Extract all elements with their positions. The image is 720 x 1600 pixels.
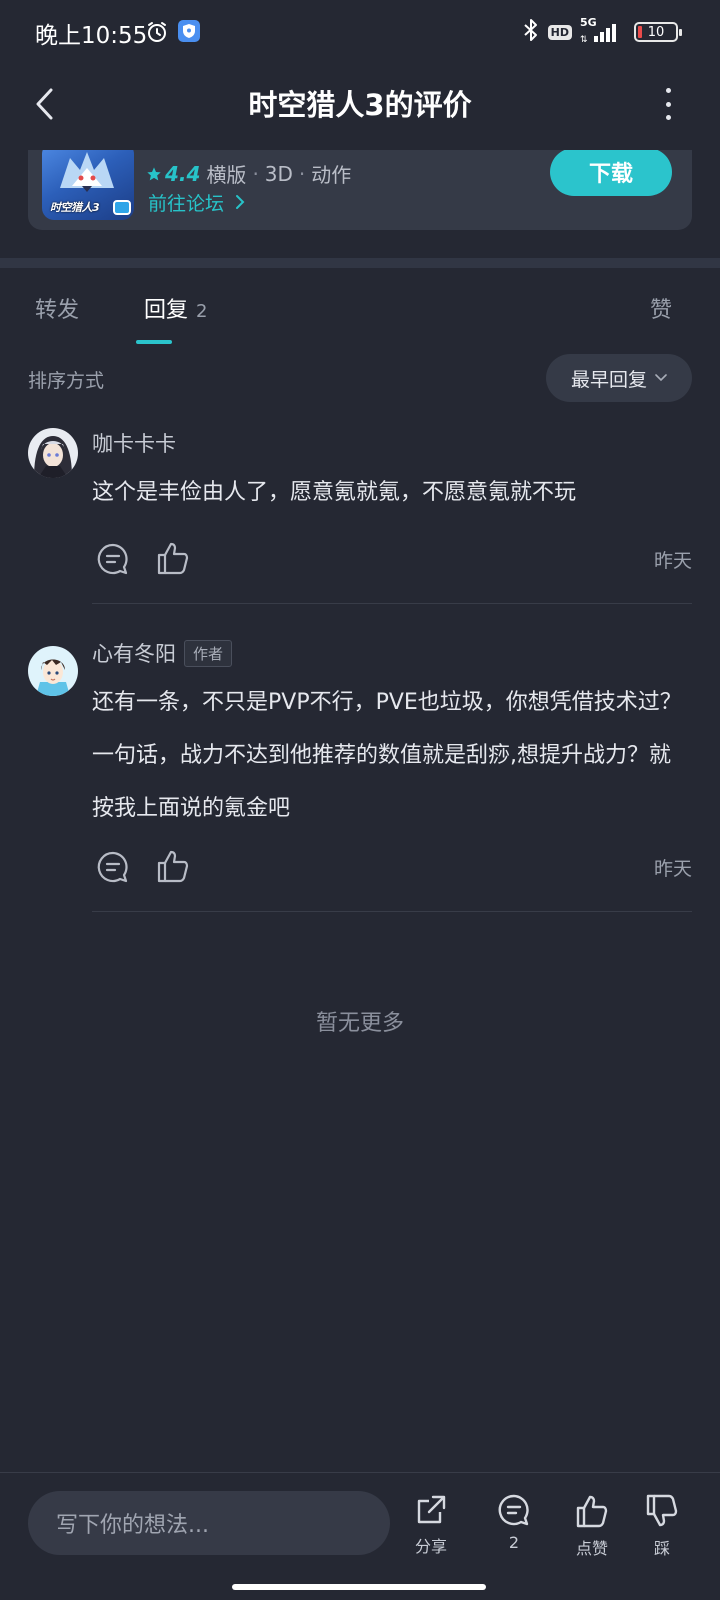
separator-dot: ·	[252, 161, 259, 186]
tab-like[interactable]: 赞	[650, 292, 672, 324]
battery-indicator: 10	[634, 22, 682, 42]
active-tab-indicator	[136, 340, 172, 344]
dot-icon	[665, 115, 671, 120]
sort-label: 排序方式	[28, 370, 105, 392]
chevron-down-icon	[655, 374, 667, 382]
bluetooth-icon	[522, 18, 540, 46]
comment-text: 这个是丰俭由人了，愿意氪就氪，不愿意氪就不玩	[92, 480, 577, 505]
comment-input-placeholder: 写下你的想法...	[56, 1513, 209, 1538]
star-icon	[147, 166, 161, 180]
download-button[interactable]: 下载	[550, 150, 672, 196]
comment-input[interactable]: 写下你的想法...	[28, 1491, 390, 1555]
chevron-right-icon	[236, 195, 245, 209]
battery-level: 10	[647, 24, 665, 40]
no-more-label: 暂无更多	[315, 1011, 404, 1036]
separator-dot: ·	[298, 161, 306, 186]
hd-badge: HD	[547, 24, 572, 40]
avatar[interactable]	[28, 428, 78, 478]
tab-reply[interactable]: 回复 2	[144, 292, 207, 324]
app-icon[interactable]: 时空猎人3	[42, 150, 134, 220]
signal-icon: 5G ⇅	[580, 16, 626, 44]
svg-text:⇅: ⇅	[580, 35, 588, 44]
comment-actions: 昨天	[92, 540, 692, 580]
status-time: 晚上10:55	[35, 23, 148, 49]
avatar[interactable]	[28, 646, 78, 696]
app-card[interactable]: 时空猎人3 4.4 横版 · 3D · 动作 前往论坛 下载	[28, 150, 692, 230]
username-text: 咖卡卡卡	[92, 432, 176, 456]
share-icon	[417, 1495, 446, 1524]
wolf-mascot-icon	[60, 152, 114, 192]
app-tag: 3D	[264, 161, 293, 186]
app-tag: 横版	[206, 163, 247, 187]
reply-icon[interactable]	[96, 542, 130, 580]
top-nav-bar: 时空猎人3的评价	[0, 66, 720, 150]
comment-count: 2	[508, 1533, 520, 1552]
author-badge: 作者	[184, 639, 233, 667]
alarm-icon	[145, 20, 169, 48]
comment-separator	[92, 911, 692, 912]
comment-date: 昨天	[653, 550, 692, 572]
comments-button[interactable]: 2	[484, 1493, 544, 1552]
bilibili-icon	[113, 200, 131, 215]
comment-actions: 昨天	[92, 848, 692, 888]
tab-reply-label: 回复	[144, 298, 189, 323]
status-bar: 晚上10:55 HD 5G ⇅ 10	[0, 0, 720, 66]
app-tag: 动作	[311, 163, 352, 187]
app-meta: 4.4 横版 · 3D · 动作	[146, 159, 351, 188]
more-options-button[interactable]	[658, 88, 678, 120]
thumbs-up-icon	[576, 1495, 608, 1528]
app-logo-text: 时空猎人3	[50, 201, 100, 214]
page-title: 时空猎人3的评价	[248, 88, 472, 122]
forum-link[interactable]: 前往论坛	[148, 189, 246, 216]
share-label: 分享	[414, 1537, 447, 1556]
dislike-label: 踩	[653, 1539, 670, 1558]
username-text: 心有冬阳	[92, 642, 176, 666]
comment-icon	[498, 1494, 529, 1526]
dislike-button[interactable]: 踩	[632, 1493, 692, 1559]
like-label: 点赞	[575, 1539, 608, 1558]
comment-date: 昨天	[653, 858, 692, 880]
reply-icon[interactable]	[96, 850, 130, 888]
comment-separator	[92, 603, 692, 604]
sort-bar: 排序方式 最早回复	[0, 352, 720, 404]
comment-username[interactable]: 心有冬阳 作者	[92, 638, 233, 668]
share-button[interactable]: 分享	[401, 1493, 461, 1557]
thumbs-down-icon	[646, 1494, 678, 1527]
dot-icon	[665, 101, 671, 107]
section-divider	[0, 258, 720, 268]
tab-bar: 转发 回复 2 赞	[0, 268, 720, 348]
rating-value: 4.4	[165, 161, 201, 186]
tab-repost[interactable]: 转发	[35, 292, 79, 324]
forum-link-label: 前往论坛	[148, 193, 225, 215]
app-rating: 4.4	[146, 162, 200, 186]
home-indicator[interactable]	[232, 1584, 486, 1590]
sort-dropdown[interactable]: 最早回复	[546, 354, 692, 402]
bottom-action-bar: 写下你的想法... 分享 2 点赞 踩	[0, 1472, 720, 1574]
comment-username[interactable]: 咖卡卡卡	[92, 428, 176, 458]
dot-icon	[665, 88, 671, 93]
tab-reply-count: 2	[196, 301, 208, 322]
like-icon[interactable]	[156, 540, 190, 580]
security-shield-icon	[178, 20, 200, 46]
comment-text: 还有一条，不只是PVP不行，PVE也垃圾，你想凭借技术过？一句话，战力不达到他推…	[92, 690, 682, 821]
sort-selected: 最早回复	[570, 368, 647, 391]
like-button[interactable]: 点赞	[562, 1493, 622, 1559]
like-icon[interactable]	[156, 848, 190, 888]
